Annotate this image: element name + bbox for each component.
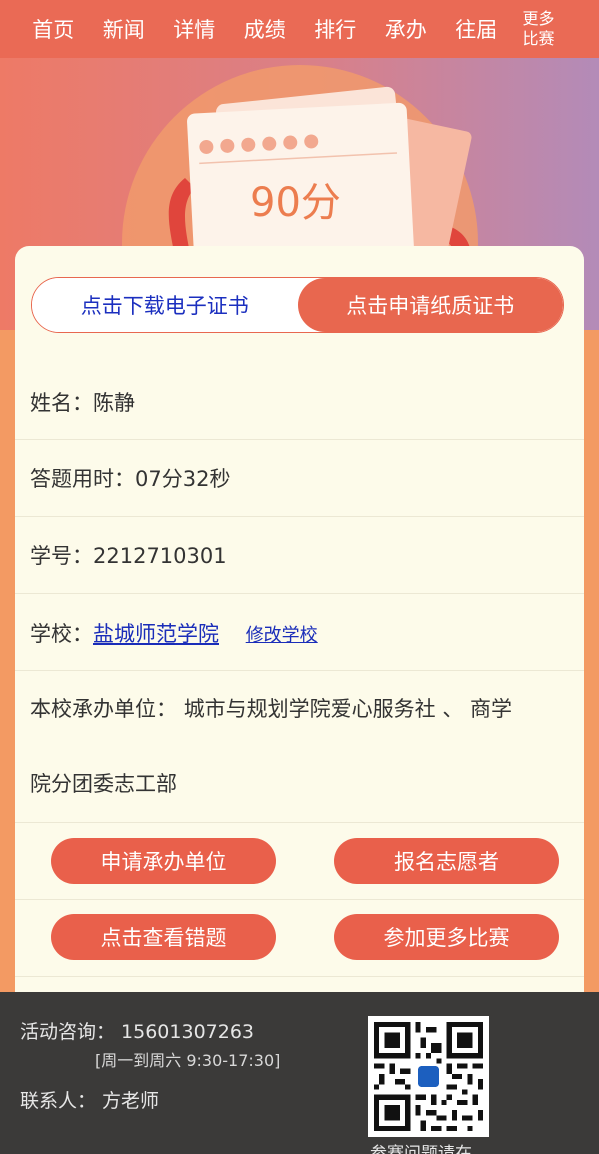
- school-row: 学校：盐城师范学院 修改学校: [15, 594, 584, 671]
- score-text: 90分: [250, 180, 341, 226]
- time-value: 07分32秒: [135, 467, 231, 491]
- download-e-certificate-button[interactable]: 点击下载电子证书: [32, 278, 298, 332]
- time-row: 答题用时：07分32秒: [15, 440, 584, 517]
- certificate-toggle: 点击下载电子证书 点击申请纸质证书: [31, 277, 564, 333]
- nav-news[interactable]: 新闻: [89, 14, 160, 44]
- student-id-label: 学号：: [30, 544, 93, 568]
- student-id-value: 2212710301: [93, 544, 227, 568]
- volunteer-signup-button[interactable]: 报名志愿者: [334, 838, 559, 884]
- nav-home[interactable]: 首页: [18, 14, 89, 44]
- nav-details[interactable]: 详情: [159, 14, 230, 44]
- action-row-2: 点击查看错题 参加更多比赛: [15, 900, 584, 977]
- nav-past[interactable]: 往届: [441, 14, 512, 44]
- name-label: 姓名：: [30, 391, 93, 415]
- consult-hours: [周一到周六 9:30-17:30]: [95, 1051, 281, 1070]
- more-contests-button[interactable]: 参加更多比赛: [334, 914, 559, 960]
- nav-more-line1: 更多: [522, 9, 555, 28]
- result-card: 点击下载电子证书 点击申请纸质证书 姓名：陈静 答题用时：07分32秒 学号：2…: [15, 246, 584, 992]
- contact-person: 联系人： 方老师: [20, 1090, 160, 1112]
- school-label: 学校：: [30, 622, 93, 646]
- edit-school-link[interactable]: 修改学校: [246, 625, 318, 646]
- nav-scores[interactable]: 成绩: [230, 14, 301, 44]
- view-wrong-answers-button[interactable]: 点击查看错题: [51, 914, 276, 960]
- student-id-row: 学号：2212710301: [15, 517, 584, 594]
- nav-host[interactable]: 承办: [371, 14, 442, 44]
- host-unit-label: 本校承办单位：: [30, 697, 177, 721]
- nav-more-contests[interactable]: 更多 比赛: [519, 9, 559, 49]
- consult-phone: 活动咨询： 15601307263: [20, 1021, 255, 1043]
- action-row-1: 申请承办单位 报名志愿者: [15, 823, 584, 900]
- name-row: 姓名：陈静: [15, 363, 584, 440]
- host-unit-value-line1: 城市与规划学院爱心服务社 、 商学: [183, 697, 513, 721]
- nav-ranking[interactable]: 排行: [300, 14, 371, 44]
- nav-more-line2: 比赛: [522, 29, 555, 48]
- host-unit-row: 本校承办单位： 城市与规划学院爱心服务社 、 商学 院分团委志工部: [15, 671, 584, 823]
- apply-paper-certificate-button[interactable]: 点击申请纸质证书: [297, 278, 563, 332]
- host-unit-value-line2: 院分团委志工部: [30, 772, 177, 796]
- footer: 活动咨询： 15601307263 [周一到周六 9:30-17:30] 联系人…: [0, 992, 599, 1154]
- qr-caption: 参赛问题请在: [370, 1144, 472, 1154]
- apply-host-unit-button[interactable]: 申请承办单位: [51, 838, 276, 884]
- school-link[interactable]: 盐城师范学院: [93, 622, 219, 646]
- time-label: 答题用时：: [30, 467, 135, 491]
- top-nav: 首页 新闻 详情 成绩 排行 承办 往届 更多 比赛: [0, 0, 599, 58]
- name-value: 陈静: [93, 391, 135, 415]
- qr-code: [368, 1016, 489, 1137]
